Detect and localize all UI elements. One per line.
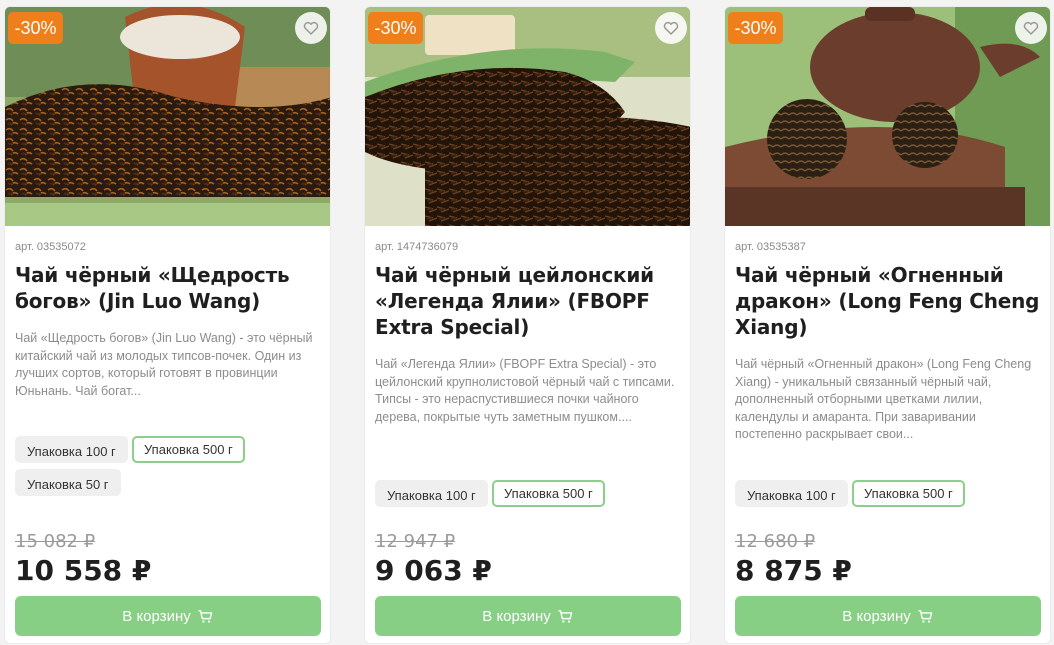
package-option-100g[interactable]: Упаковка 100 г <box>15 436 128 463</box>
package-option-500g[interactable]: Упаковка 500 г <box>852 480 965 507</box>
cart-icon <box>918 609 932 623</box>
product-description: Чай чёрный «Огненный дракон» (Long Feng … <box>735 357 1032 441</box>
add-to-cart-label: В корзину <box>482 607 551 625</box>
price: 8 875 ₽ <box>735 554 852 587</box>
product-card[interactable]: -30% арт. 03535072 Чай чёрный «Щедрость … <box>4 6 331 644</box>
product-description: Чай «Щедрость богов» (Jin Luo Wang) - эт… <box>15 331 313 398</box>
product-title[interactable]: Чай чёрный «Огненный дракон» (Long Feng … <box>735 262 1040 340</box>
old-price: 15 082 ₽ <box>15 531 96 552</box>
product-title[interactable]: Чай чёрный цейлонский «Легенда Ялии» (FB… <box>375 262 680 340</box>
heart-icon <box>303 21 319 35</box>
package-option-100g[interactable]: Упаковка 100 г <box>735 480 848 507</box>
product-sku: арт. 1474736079 <box>375 241 459 253</box>
product-card[interactable]: -30% арт. 1474736079 Чай чёрный цейлонск… <box>364 6 691 644</box>
product-card[interactable]: -30% арт. 03535387 Чай чёрный «Огненный … <box>724 6 1051 644</box>
add-to-cart-label: В корзину <box>842 607 911 625</box>
product-image[interactable]: -30% <box>5 7 330 226</box>
package-option-500g[interactable]: Упаковка 500 г <box>132 436 245 463</box>
product-sku: арт. 03535072 <box>15 241 86 253</box>
package-option-500g[interactable]: Упаковка 500 г <box>492 480 605 507</box>
heart-icon <box>663 21 679 35</box>
add-to-cart-button[interactable]: В корзину <box>735 596 1041 636</box>
price: 10 558 ₽ <box>15 554 152 587</box>
old-price: 12 680 ₽ <box>735 531 816 552</box>
favorite-button[interactable] <box>1015 12 1047 44</box>
heart-icon <box>1023 21 1039 35</box>
discount-badge: -30% <box>368 12 423 44</box>
add-to-cart-button[interactable]: В корзину <box>15 596 321 636</box>
price: 9 063 ₽ <box>375 554 492 587</box>
add-to-cart-button[interactable]: В корзину <box>375 596 681 636</box>
favorite-button[interactable] <box>655 12 687 44</box>
package-option-100g[interactable]: Упаковка 100 г <box>375 480 488 507</box>
product-description: Чай «Легенда Ялии» (FBOPF Extra Special)… <box>375 357 675 424</box>
package-option-50g[interactable]: Упаковка 50 г <box>15 469 121 496</box>
discount-badge: -30% <box>728 12 783 44</box>
add-to-cart-label: В корзину <box>122 607 191 625</box>
product-image[interactable]: -30% <box>725 7 1050 226</box>
discount-badge: -30% <box>8 12 63 44</box>
cart-icon <box>558 609 572 623</box>
favorite-button[interactable] <box>295 12 327 44</box>
product-sku: арт. 03535387 <box>735 241 806 253</box>
old-price: 12 947 ₽ <box>375 531 456 552</box>
cart-icon <box>198 609 212 623</box>
product-title[interactable]: Чай чёрный «Щедрость богов» (Jin Luo Wan… <box>15 262 320 314</box>
product-image[interactable]: -30% <box>365 7 690 226</box>
